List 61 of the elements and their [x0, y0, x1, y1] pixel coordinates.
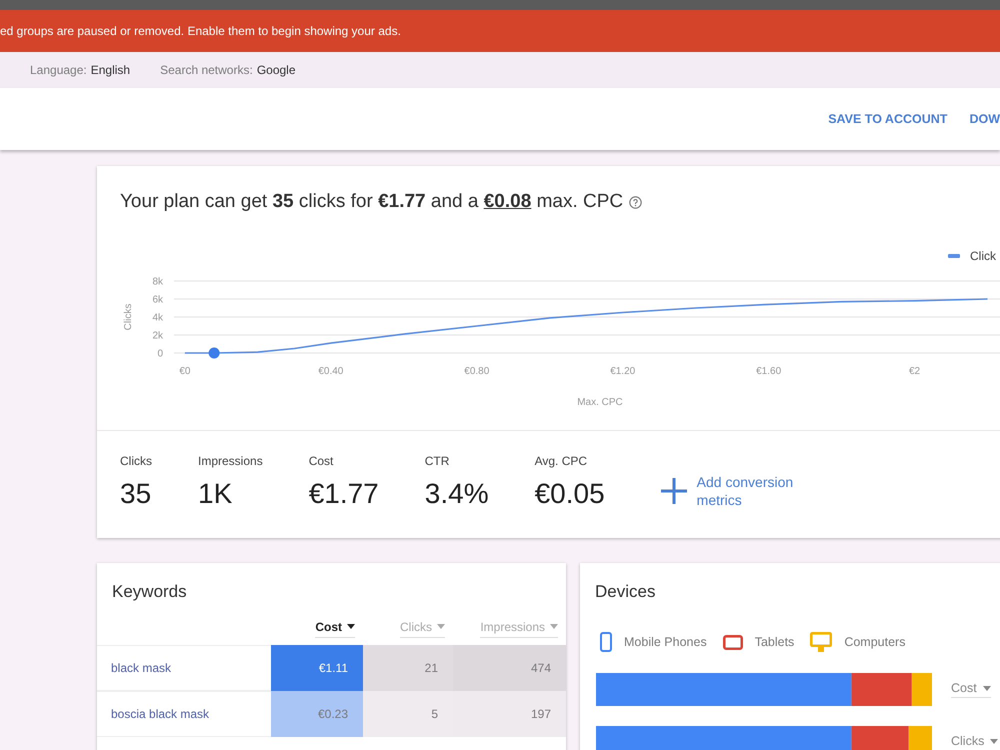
- axis-tick-label: €2: [909, 366, 920, 377]
- sort-header[interactable]: Impressions: [480, 620, 558, 638]
- axis-tick-label: €1.60: [756, 366, 782, 377]
- filter-label: Search networks:: [160, 63, 253, 77]
- metric-label: Clicks: [120, 453, 152, 469]
- axis-title: Clicks: [123, 304, 134, 330]
- filter-value: Google: [256, 63, 296, 77]
- axis-tick-label: 2k: [152, 330, 163, 342]
- keyword-link[interactable]: boscia black mask: [111, 707, 210, 721]
- card-title: Devices: [594, 581, 656, 602]
- metric-value: 3.4%: [424, 477, 489, 511]
- metric-value: 35: [120, 477, 152, 511]
- caret-icon: [990, 738, 998, 744]
- axis-tick-label: €0.40: [318, 366, 344, 377]
- metric-dropdown[interactable]: Clicks: [951, 734, 998, 750]
- caret-icon: [982, 686, 991, 690]
- metric-label: Impressions: [198, 453, 263, 469]
- filter-label: Language:: [30, 63, 87, 77]
- plan-summary: Your plan can get 35 clicks for €1.77 and a €0.08 max. CPC: [120, 191, 624, 213]
- axis-tick-label: €0: [179, 366, 190, 377]
- bid-marker[interactable]: [208, 348, 220, 358]
- table-cell: €0.23: [271, 691, 363, 737]
- table-cell: 474: [453, 645, 566, 691]
- metric-dropdown[interactable]: Cost: [951, 681, 991, 698]
- axis-tick-label: €1.20: [610, 366, 636, 377]
- table-cell: 5: [363, 691, 453, 737]
- axis-tick-label: 6k: [152, 294, 163, 306]
- legend-label: Click: [970, 249, 996, 263]
- max-cpc-link[interactable]: €0.08: [484, 191, 532, 212]
- legend-label: Tablets: [754, 635, 794, 649]
- sort-header[interactable]: Cost: [315, 620, 355, 638]
- legend-label: Mobile Phones: [624, 635, 707, 649]
- help-icon[interactable]: [629, 196, 642, 208]
- axis-title: Max. CPC: [577, 397, 623, 408]
- table-cell: €1.11: [271, 645, 363, 691]
- axis-tick-label: 0: [157, 348, 163, 360]
- alert-message: ed groups are paused or removed. Enable them to begin showing your ads.: [0, 24, 401, 38]
- action-button[interactable]: DOW: [969, 106, 1000, 132]
- axis-tick-label: €0.80: [464, 366, 490, 377]
- metric-value: €0.05: [534, 477, 605, 511]
- axis-tick-label: 8k: [152, 276, 163, 288]
- action-button[interactable]: SAVE TO ACCOUNT: [828, 106, 948, 132]
- metric-label: Avg. CPC: [534, 453, 588, 469]
- caret-icon: [437, 624, 445, 629]
- legend-swatch-icon: [948, 254, 960, 258]
- metric-value: €1.77: [308, 477, 379, 511]
- card-title: Keywords: [111, 581, 188, 602]
- table-cell: 197: [453, 691, 566, 737]
- legend-label: Computers: [844, 635, 906, 649]
- sort-header[interactable]: Clicks: [400, 620, 445, 638]
- axis-tick-label: 4k: [152, 312, 163, 324]
- caret-icon: [347, 624, 355, 629]
- add-metrics-link[interactable]: Add conversion metrics: [660, 473, 811, 509]
- keyword-link[interactable]: black mask: [111, 661, 172, 675]
- filter-value: English: [90, 63, 130, 77]
- caret-icon: [550, 624, 558, 629]
- metric-label: CTR: [424, 453, 450, 469]
- plus-icon: [660, 478, 687, 504]
- metric-label: Cost: [308, 453, 334, 469]
- table-cell: 21: [363, 645, 453, 691]
- metric-value: 1K: [198, 477, 234, 511]
